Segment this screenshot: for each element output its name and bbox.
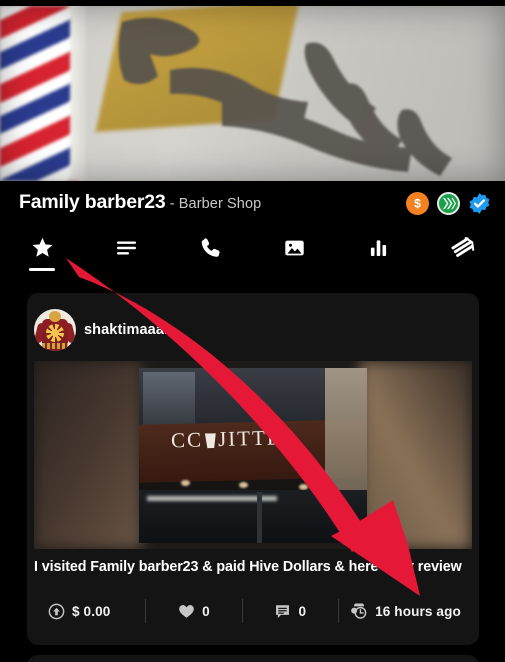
profile-tab-bar [0, 232, 505, 274]
tab-reviews[interactable] [0, 232, 84, 274]
bar-chart-icon [371, 240, 387, 256]
hive-badge[interactable] [437, 192, 460, 215]
phone-icon [201, 238, 220, 257]
post-image-blur-right [360, 361, 472, 549]
list-icon [116, 241, 136, 255]
business-title-group: Family barber23 - Barber Shop [19, 191, 261, 214]
avatar[interactable] [34, 309, 76, 351]
coffee-cup-icon [204, 433, 217, 448]
sign-text-cc: CC [170, 427, 204, 453]
post-header: shaktimaaan [27, 293, 479, 361]
image-icon [285, 240, 304, 256]
star-icon [32, 237, 53, 257]
post-author-name[interactable]: shaktimaaan [84, 322, 173, 338]
post-caption: I visited Family barber23 & paid Hive Do… [27, 549, 479, 585]
tab-stats[interactable] [337, 232, 421, 274]
like-label: 0 [202, 603, 210, 619]
review-post-card[interactable]: shaktimaaan CC JITTER I visited Family ba… [27, 293, 479, 645]
post-image-blur-left [34, 361, 142, 549]
tab-hive[interactable] [421, 232, 505, 274]
post-action-bar: $ 0.00 0 0 16 hours ago [34, 589, 472, 633]
heart-icon [179, 605, 194, 618]
svg-text:$: $ [414, 197, 421, 211]
comment-count[interactable]: 0 [243, 603, 338, 620]
app-screen: Family barber23 - Barber Shop $ shaktima… [0, 0, 505, 662]
avatar-belt [42, 343, 68, 349]
avatar-head [49, 311, 61, 322]
avatar-emblem [46, 324, 64, 342]
tab-menu[interactable] [84, 232, 168, 274]
clock-icon [351, 603, 367, 619]
payout-value[interactable]: $ 0.00 [34, 603, 145, 620]
next-post-card[interactable] [27, 655, 479, 662]
layers-icon [451, 236, 475, 257]
post-age-label: 16 hours ago [375, 603, 461, 619]
storefront-photo: CC JITTER [139, 368, 367, 543]
post-image[interactable]: CC JITTER [34, 361, 472, 549]
storefront-door-frame [257, 492, 262, 543]
verified-badge[interactable] [468, 192, 491, 215]
business-header: Family barber23 - Barber Shop $ [0, 181, 505, 229]
tab-contact[interactable] [168, 232, 252, 274]
post-age[interactable]: 16 hours ago [339, 602, 472, 620]
sign-text-jitter: JITTER [217, 424, 298, 452]
tab-active-indicator [29, 268, 56, 271]
like-count[interactable]: 0 [146, 603, 241, 619]
business-name: Family barber23 [19, 191, 166, 213]
business-cover-photo [0, 6, 505, 181]
upvote-circle-icon [48, 603, 65, 619]
comment-label: 0 [298, 603, 307, 619]
tab-photos[interactable] [253, 232, 337, 274]
storefront-sign-text: CC JITTER [171, 424, 342, 454]
business-separator: - [165, 196, 179, 212]
comment-icon [276, 604, 290, 618]
business-category: Barber Shop [178, 196, 262, 212]
cover-vignette [0, 6, 505, 181]
badge-group: $ [406, 192, 491, 215]
payout-label: $ 0.00 [72, 603, 111, 619]
dollar-coin-badge[interactable]: $ [406, 192, 429, 215]
post-caption-text: I visited Family barber23 & paid Hive Do… [34, 559, 462, 575]
